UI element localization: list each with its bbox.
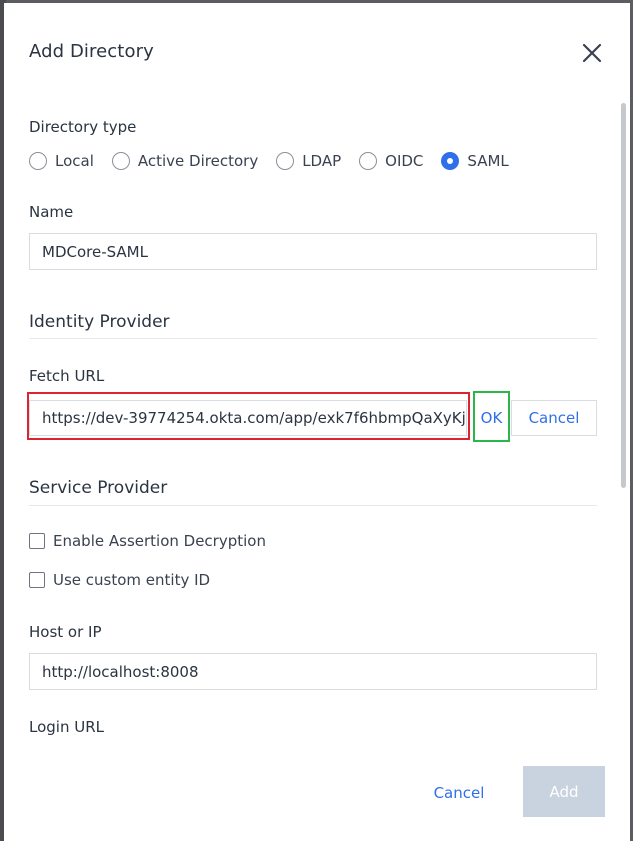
radio-oidc-label: OIDC (385, 152, 424, 170)
use-custom-entity-id-label: Use custom entity ID (53, 571, 211, 589)
radio-saml-circle (441, 152, 460, 170)
fetch-url-cancel-button[interactable]: Cancel (511, 400, 597, 436)
radio-oidc[interactable]: OIDC (359, 152, 423, 170)
radio-ldap-circle (276, 152, 295, 170)
enable-assertion-decryption-checkbox[interactable]: Enable Assertion Decryption (29, 532, 266, 550)
use-custom-entity-id-box (29, 572, 45, 588)
enable-assertion-decryption-box (29, 533, 45, 549)
radio-local-label: Local (55, 152, 94, 170)
radio-local[interactable]: Local (29, 152, 94, 170)
radio-active-directory-circle (111, 152, 130, 170)
host-or-ip-input[interactable]: http://localhost:8008 (29, 653, 597, 690)
fetch-url-label: Fetch URL (29, 367, 105, 385)
identity-provider-divider (29, 338, 597, 339)
use-custom-entity-id-checkbox[interactable]: Use custom entity ID (29, 571, 210, 589)
name-input[interactable]: MDCore-SAML (29, 233, 597, 270)
radio-oidc-circle (359, 152, 378, 170)
radio-active-directory-label: Active Directory (137, 152, 259, 170)
dialog-title: Add Directory (29, 41, 154, 62)
service-provider-heading: Service Provider (29, 478, 168, 498)
radio-local-circle (29, 152, 47, 170)
directory-type-radio-group: Local Active Directory LDAP OIDC SAML (29, 148, 527, 174)
host-or-ip-label: Host or IP (29, 623, 102, 641)
radio-ldap[interactable]: LDAP (276, 152, 341, 170)
add-directory-dialog: Add Directory Directory type Local Activ… (4, 3, 630, 841)
radio-active-directory[interactable]: Active Directory (111, 152, 259, 170)
scrollbar-thumb[interactable] (621, 103, 626, 488)
add-button[interactable]: Add (523, 766, 605, 817)
ok-button-highlight (473, 391, 510, 442)
identity-provider-heading: Identity Provider (29, 312, 170, 332)
radio-saml-label: SAML (467, 152, 509, 170)
fetch-url-highlight (27, 392, 470, 440)
footer-cancel-button[interactable]: Cancel (416, 769, 502, 817)
service-provider-divider (29, 505, 597, 506)
radio-ldap-label: LDAP (302, 152, 342, 170)
name-label: Name (29, 203, 74, 221)
close-icon (582, 43, 602, 63)
close-button[interactable] (580, 41, 604, 65)
directory-type-label: Directory type (29, 118, 137, 136)
enable-assertion-decryption-label: Enable Assertion Decryption (53, 532, 266, 550)
radio-saml[interactable]: SAML (441, 152, 509, 170)
login-url-label: Login URL (29, 718, 104, 736)
